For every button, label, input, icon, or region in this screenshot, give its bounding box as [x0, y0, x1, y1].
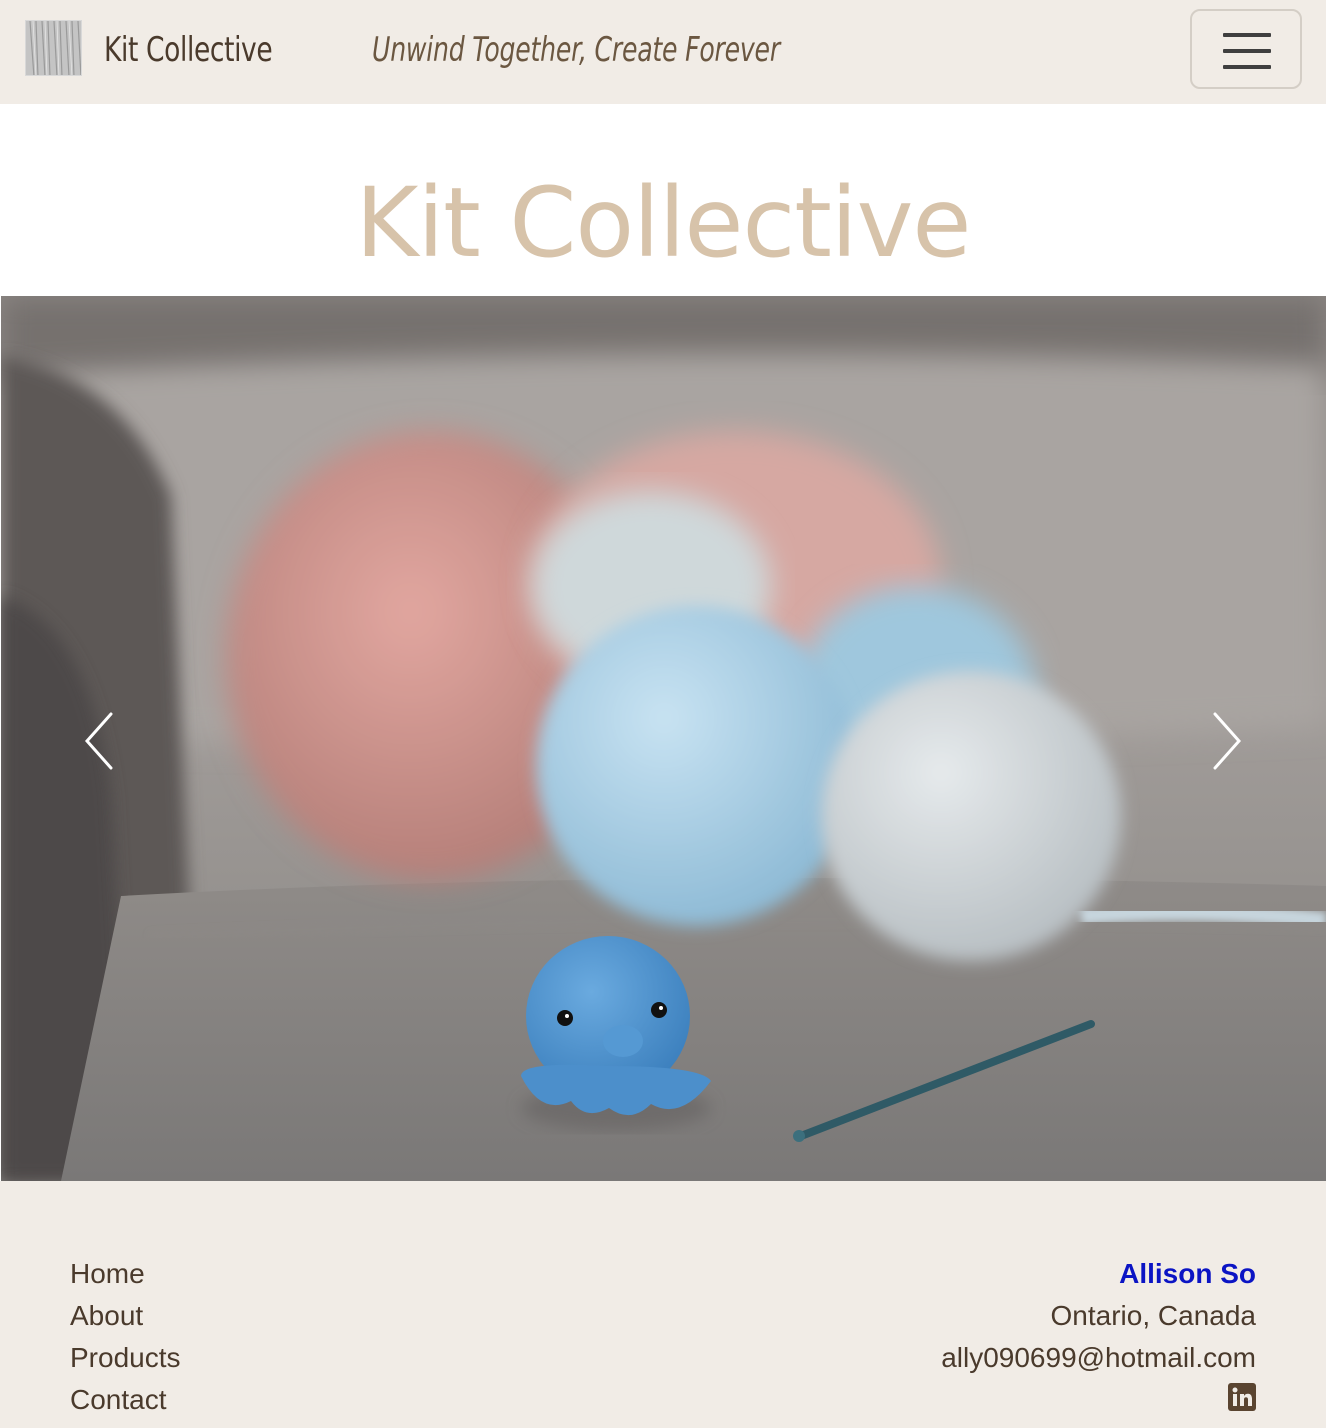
footer-contact: Allison So Ontario, Canada ally090699@ho…: [941, 1253, 1256, 1416]
hamburger-icon: [1223, 33, 1271, 37]
linkedin-icon[interactable]: [1228, 1383, 1256, 1411]
footer-nav: Home About Products Contact: [70, 1253, 181, 1421]
hamburger-icon-bar: [1223, 49, 1271, 53]
footer-link-about[interactable]: About: [70, 1295, 181, 1337]
chevron-left-icon: [84, 712, 113, 770]
navbar: Kit Collective Unwind Together, Create F…: [0, 0, 1326, 104]
image-carousel[interactable]: [1, 296, 1326, 1181]
brand-logo[interactable]: [25, 20, 82, 76]
chevron-right-icon: [1213, 712, 1242, 770]
carousel-next-button[interactable]: [1197, 706, 1257, 776]
hamburger-icon-bar: [1223, 65, 1271, 69]
menu-toggle-button[interactable]: [1190, 9, 1302, 89]
footer-link-products[interactable]: Products: [70, 1337, 181, 1379]
contact-location: Ontario, Canada: [1050, 1300, 1256, 1331]
contact-email: ally090699@hotmail.com: [941, 1342, 1256, 1373]
footer-link-home[interactable]: Home: [70, 1253, 181, 1295]
brand-name[interactable]: Kit Collective: [104, 26, 273, 74]
page-title: Kit Collective: [355, 167, 972, 279]
carousel-image: [1, 296, 1326, 1181]
carousel-prev-button[interactable]: [69, 706, 129, 776]
tagline: Unwind Together, Create Forever: [372, 30, 780, 70]
contact-name-link[interactable]: Allison So: [941, 1253, 1256, 1295]
footer: Home About Products Contact Allison So O…: [0, 1181, 1326, 1428]
footer-link-contact[interactable]: Contact: [70, 1379, 181, 1421]
